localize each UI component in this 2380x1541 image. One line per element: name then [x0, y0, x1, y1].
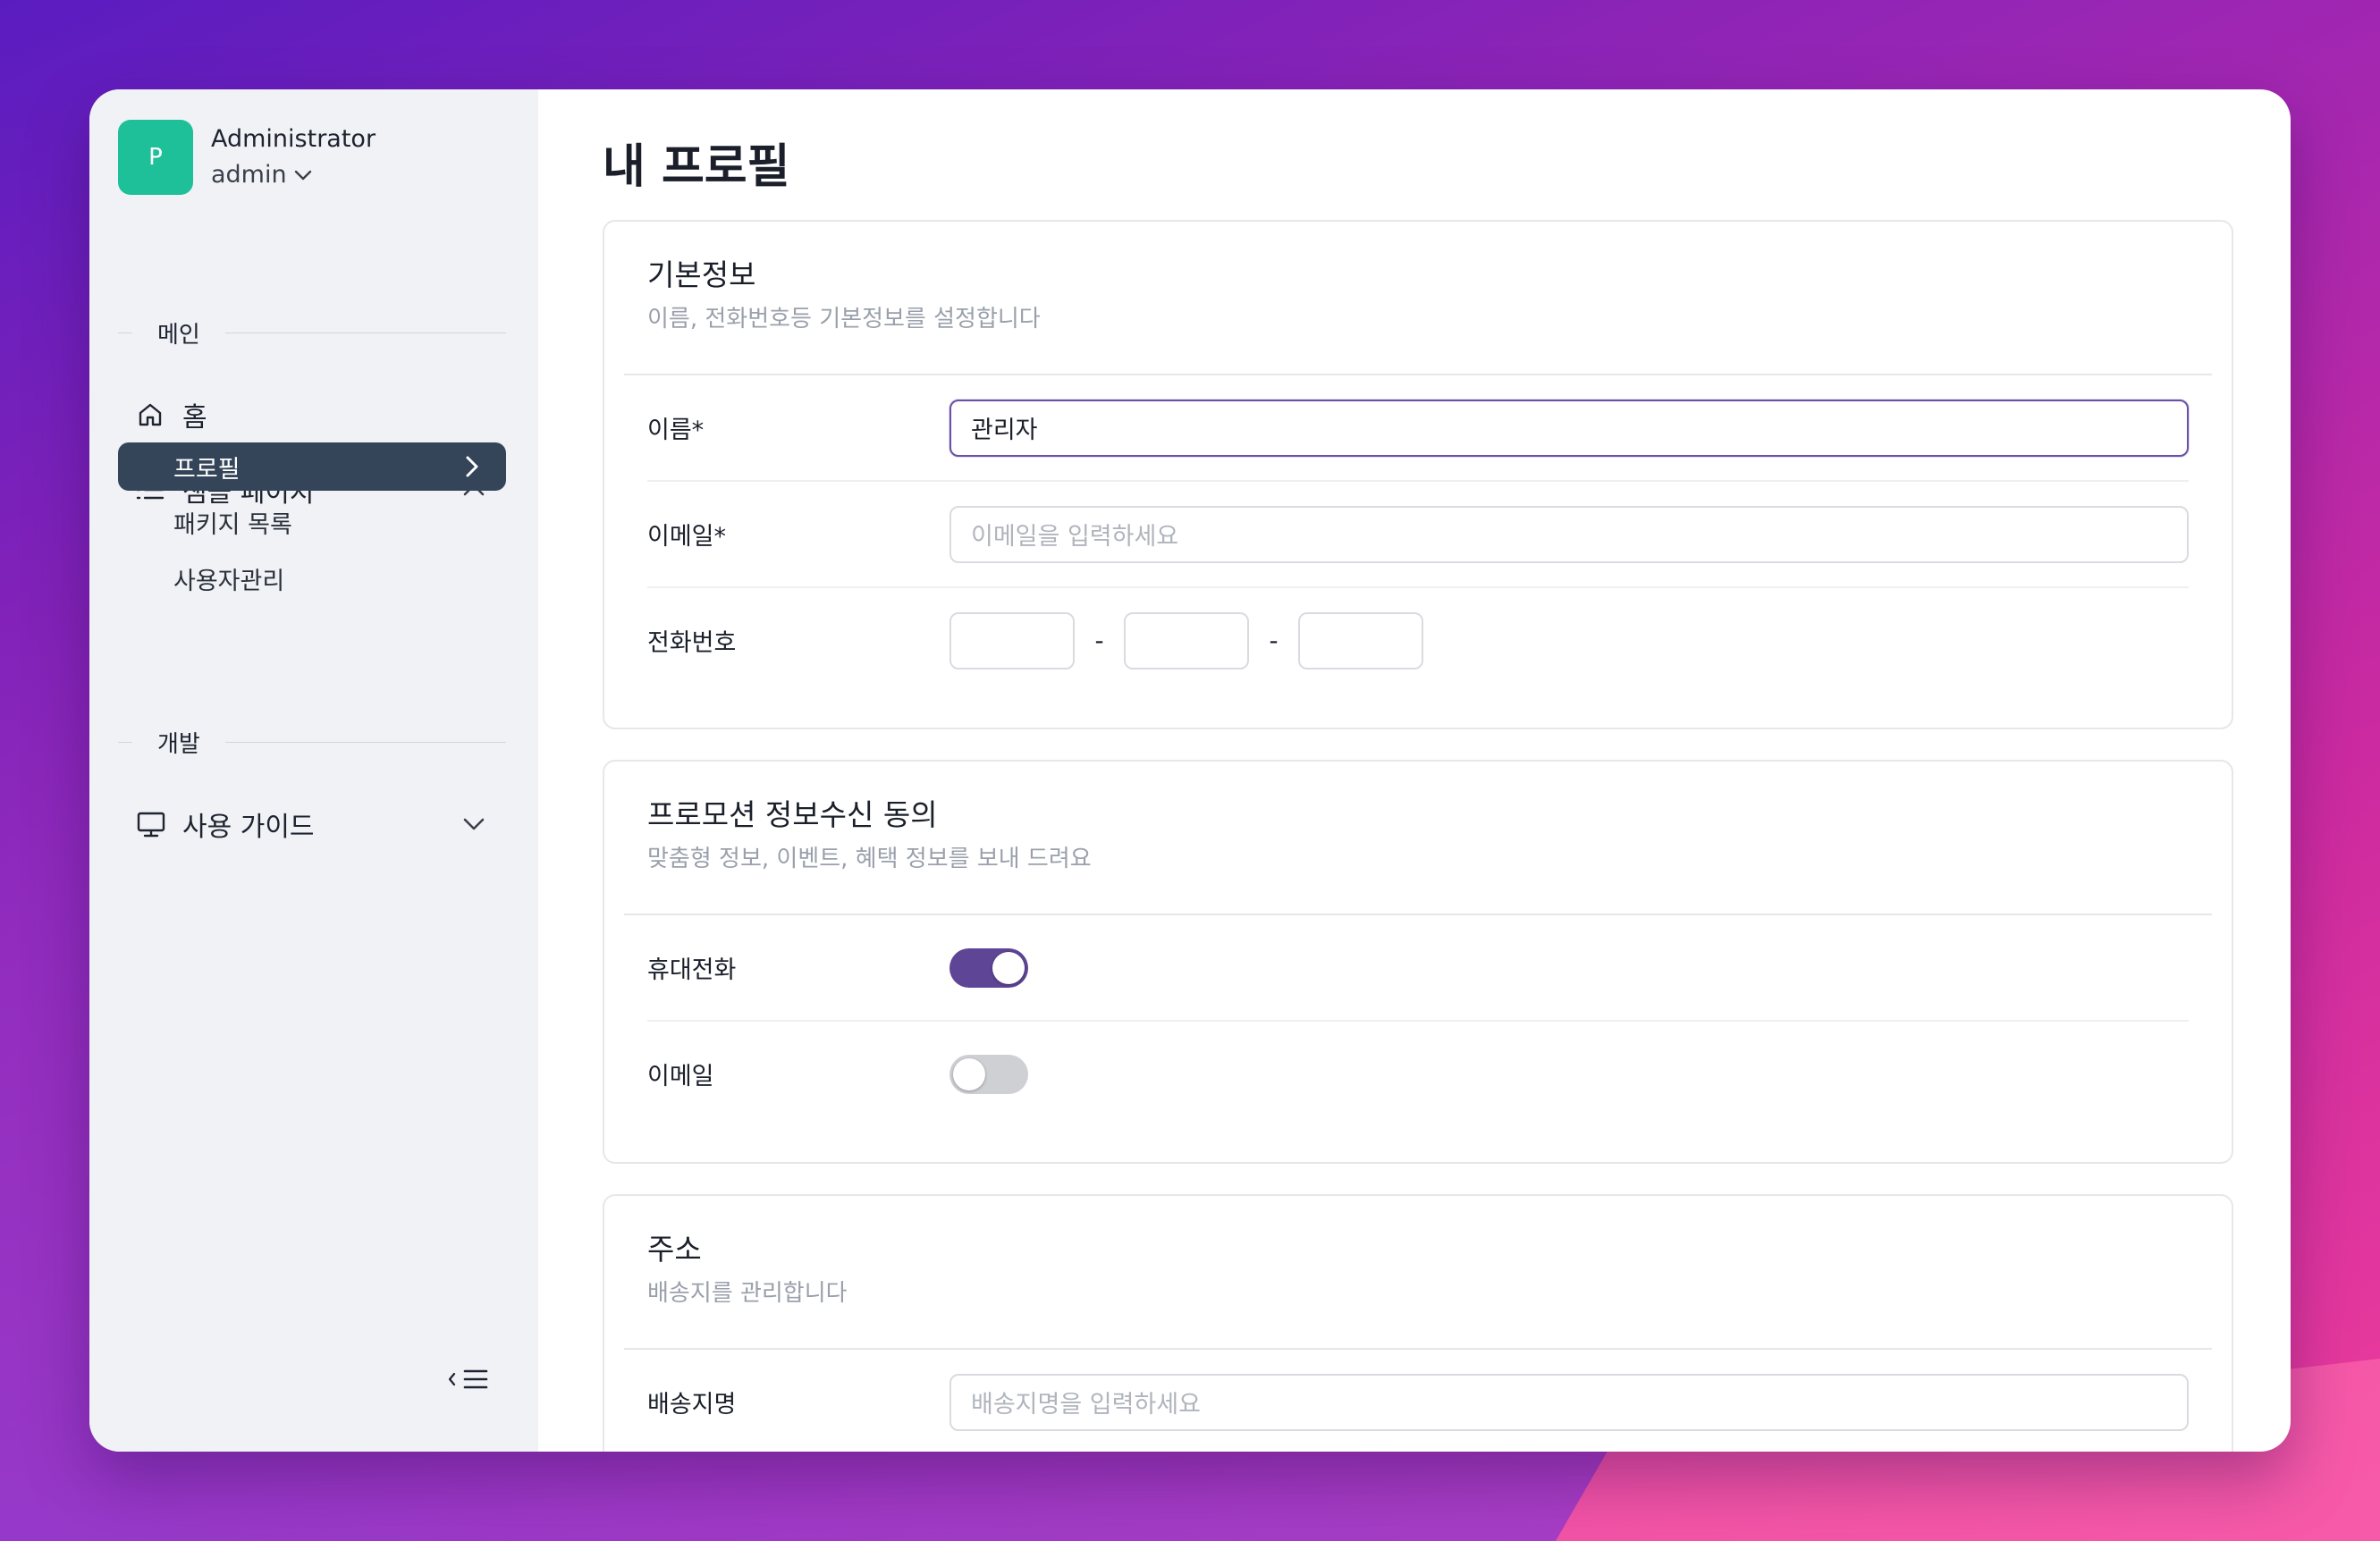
shipping-name-input[interactable]: 배송지명을 입력하세요 — [949, 1373, 2189, 1431]
user-role: admin — [211, 161, 287, 189]
avatar: P — [118, 120, 193, 195]
section-label-dev: 개발 — [118, 726, 506, 759]
user-name: Administrator — [211, 125, 376, 153]
app-window: P Administrator admin 메인 홈 샘플 페이지 프로필 패키… — [89, 89, 2291, 1452]
home-icon — [136, 400, 168, 429]
mobile-consent-toggle[interactable] — [949, 947, 1028, 988]
email-consent-toggle[interactable] — [949, 1054, 1028, 1094]
email-label: 이메일* — [647, 523, 727, 551]
sidebar-subitem-label: 사용자관리 — [173, 567, 285, 595]
card-subtitle: 배송지를 관리합니다 — [647, 1280, 848, 1307]
chevron-down-icon — [463, 818, 485, 830]
sidebar: P Administrator admin 메인 홈 샘플 페이지 프로필 패키… — [89, 89, 538, 1452]
phone-input-2[interactable] — [1124, 611, 1249, 669]
phone-row: 전화번호 - - — [647, 588, 2189, 693]
name-label: 이름* — [647, 417, 705, 444]
promotion-consent-card: 프로모션 정보수신 동의 맞춤형 정보, 이벤트, 혜택 정보를 보내 드려요 … — [603, 760, 2233, 1164]
sidebar-item-label: 사용 가이드 — [182, 812, 315, 843]
sidebar-item-label: 홈 — [182, 402, 207, 434]
card-title: 주소 — [647, 1232, 702, 1267]
email-input[interactable]: 이메일을 입력하세요 — [949, 505, 2189, 563]
shipping-name-row: 배송지명 배송지명을 입력하세요 — [647, 1350, 2189, 1452]
sidebar-subitem-label: 패키지 목록 — [173, 510, 292, 539]
collapse-sidebar-button[interactable] — [447, 1366, 494, 1396]
chevron-down-icon — [294, 170, 311, 181]
sidebar-item-guide[interactable]: 사용 가이드 — [118, 799, 506, 849]
card-subtitle: 이름, 전화번호등 기본정보를 설정합니다 — [647, 306, 1041, 333]
email-consent-row: 이메일 — [647, 1022, 2189, 1126]
phone-input-3[interactable] — [1298, 611, 1423, 669]
card-title: 기본정보 — [647, 257, 756, 292]
email-row: 이메일* 이메일을 입력하세요 — [647, 482, 2189, 588]
card-subtitle: 맞춤형 정보, 이벤트, 혜택 정보를 보내 드려요 — [647, 846, 1092, 872]
sidebar-subitem-profile[interactable]: 프로필 — [118, 442, 506, 491]
user-role-dropdown[interactable]: admin — [211, 157, 376, 193]
basic-info-card: 기본정보 이름, 전화번호등 기본정보를 설정합니다 이름* 관리자 이메일* … — [603, 220, 2233, 729]
sidebar-subitem-users[interactable]: 사용자관리 — [118, 554, 506, 602]
phone-separator: - — [1269, 626, 1279, 655]
shipping-name-label: 배송지명 — [647, 1391, 737, 1419]
name-row: 이름* 관리자 — [647, 375, 2189, 482]
mobile-consent-label: 휴대전화 — [647, 956, 737, 984]
email-consent-label: 이메일 — [647, 1063, 714, 1090]
sidebar-item-home[interactable]: 홈 — [118, 390, 506, 440]
page-title: 내 프로필 — [603, 140, 790, 194]
card-title: 프로모션 정보수신 동의 — [647, 797, 938, 832]
main-content: 내 프로필 기본정보 이름, 전화번호등 기본정보를 설정합니다 이름* 관리자… — [538, 89, 2291, 1452]
phone-input-1[interactable] — [949, 611, 1075, 669]
mobile-consent-row: 휴대전화 — [647, 915, 2189, 1022]
sidebar-subitem-packages[interactable]: 패키지 목록 — [118, 498, 506, 546]
section-label-main: 메인 — [118, 316, 506, 349]
phone-separator: - — [1094, 626, 1104, 655]
user-profile[interactable]: P Administrator admin — [118, 120, 376, 195]
sidebar-subitem-label: 프로필 — [173, 455, 241, 484]
chevron-right-icon — [466, 456, 478, 477]
phone-label: 전화번호 — [647, 629, 737, 657]
address-card: 주소 배송지를 관리합니다 배송지명 배송지명을 입력하세요 — [603, 1194, 2233, 1452]
name-input[interactable]: 관리자 — [949, 399, 2189, 457]
monitor-icon — [136, 810, 168, 838]
collapse-menu-icon — [448, 1369, 488, 1389]
